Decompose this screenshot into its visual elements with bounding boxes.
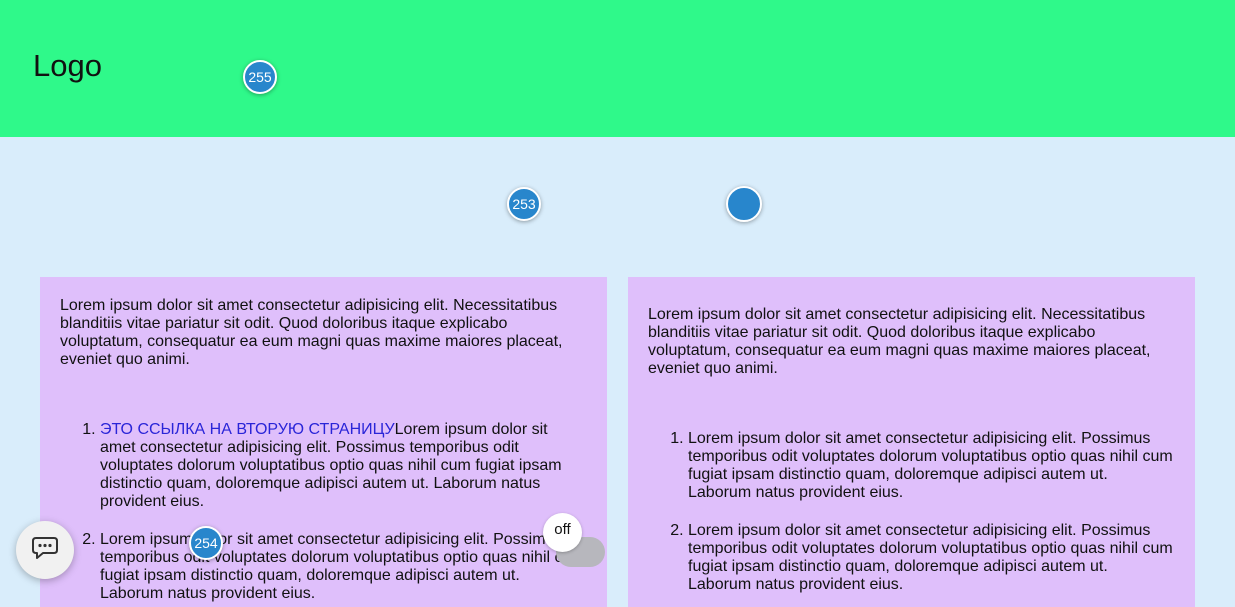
list-item-text: Lorem ipsum dolor sit amet consectetur a… <box>688 430 1173 501</box>
card-list: Lorem ipsum dolor sit amet consectetur a… <box>648 430 1175 594</box>
card-intro-text: Lorem ipsum dolor sit amet consectetur a… <box>60 297 563 368</box>
site-header: Logo <box>0 0 1235 137</box>
content-card-left: Lorem ipsum dolor sit amet consectetur a… <box>40 277 607 607</box>
content-card-right: Lorem ipsum dolor sit amet consectetur a… <box>628 277 1195 607</box>
card-intro-text: Lorem ipsum dolor sit amet consectetur a… <box>648 306 1151 377</box>
second-page-link[interactable]: ЭТО ССЫЛКА НА ВТОРУЮ СТРАНИЦУ <box>100 421 395 438</box>
list-item-text: Lorem ipsum dolor sit amet consectetur a… <box>688 522 1173 593</box>
chat-button[interactable] <box>16 521 74 579</box>
marker-255[interactable]: 255 <box>243 60 277 94</box>
marker-blank[interactable] <box>726 186 762 222</box>
list-item: Lorem ipsum dolor sit amet consectetur a… <box>100 531 587 603</box>
logo[interactable]: Logo <box>33 50 102 81</box>
list-item: Lorem ipsum dolor sit amet consectetur a… <box>688 522 1175 594</box>
marker-253[interactable]: 253 <box>507 187 541 221</box>
list-item-text: Lorem ipsum dolor sit amet consectetur a… <box>100 531 585 602</box>
chat-bubble-icon <box>31 535 59 566</box>
list-item: Lorem ipsum dolor sit amet consectetur a… <box>688 430 1175 502</box>
toggle-knob[interactable]: off <box>543 513 582 552</box>
card-list: ЭТО ССЫЛКА НА ВТОРУЮ СТРАНИЦУ Lorem ipsum… <box>60 421 587 603</box>
marker-254[interactable]: 254 <box>189 526 223 560</box>
list-item: ЭТО ССЫЛКА НА ВТОРУЮ СТРАНИЦУLorem ipsum… <box>100 421 587 511</box>
